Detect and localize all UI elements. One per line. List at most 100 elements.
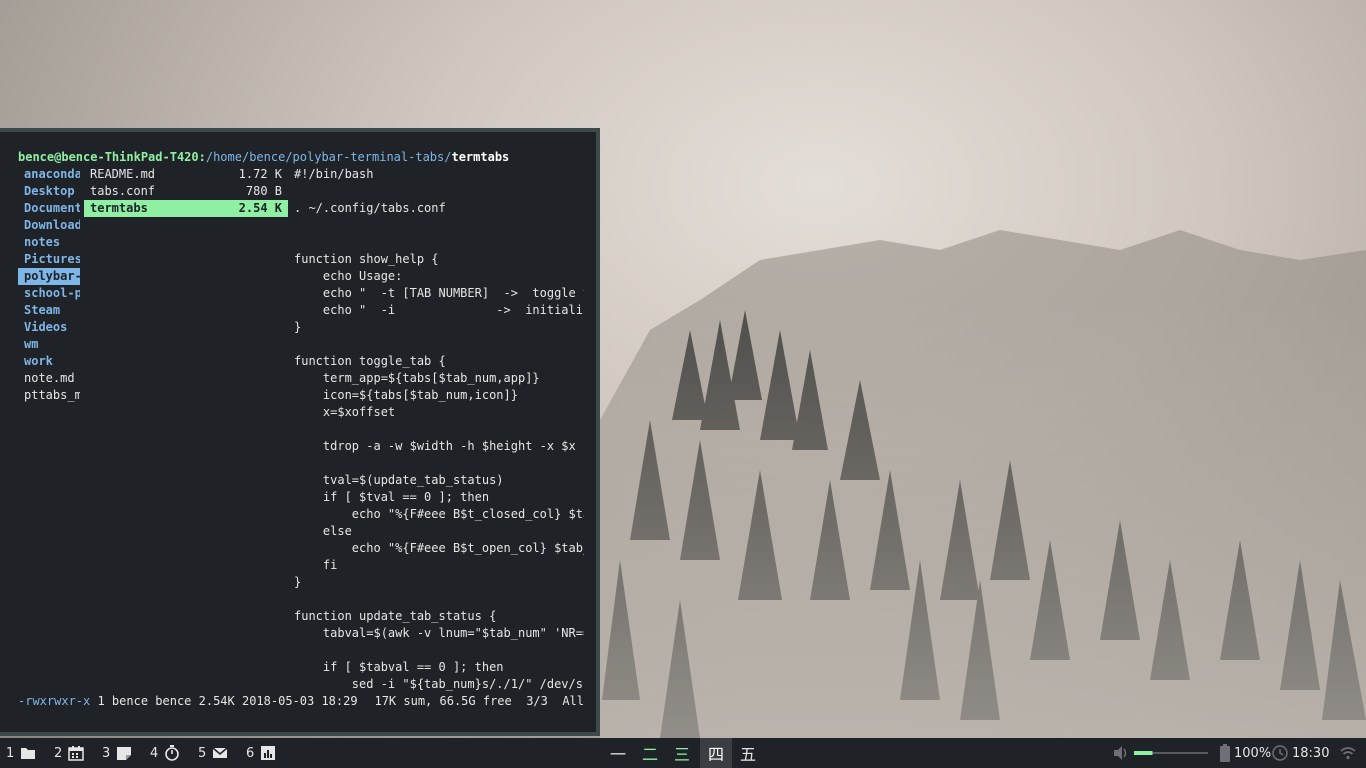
preview-line — [294, 234, 584, 251]
parent-dir-item[interactable]: pttabs_m~ — [18, 387, 80, 404]
battery-percent: 100% — [1234, 745, 1272, 761]
mail-icon — [212, 745, 228, 761]
preview-line: function show_help { — [294, 252, 439, 266]
parent-dir-item[interactable]: anaconda3 — [18, 166, 80, 183]
preview-line: function toggle_tab { — [294, 354, 446, 368]
workspace-number: 2 — [54, 745, 63, 761]
parent-dir-item[interactable]: work — [18, 353, 80, 370]
status-right: 17K sum, 66.5G free 3/3 All — [374, 694, 584, 708]
workspace-number: 4 — [150, 745, 159, 761]
parent-dir-item[interactable]: wm — [18, 336, 80, 353]
preview-line: term_app=${tabs[$tab_num,app]} — [294, 371, 540, 385]
volume-module[interactable] — [1112, 738, 1208, 768]
preview-line — [294, 217, 584, 234]
wifi-icon — [1340, 747, 1356, 760]
preview-line — [294, 591, 584, 608]
tab-2[interactable]: 二 — [634, 738, 666, 768]
preview-line: tabval=$(awk -v lnum="$tab_num" 'NR==lnu… — [322, 626, 584, 640]
preview-line: icon=${tabs[$tab_num,icon]} — [294, 388, 518, 402]
file-size: 1.72 K — [238, 167, 282, 181]
tab-3[interactable]: 三 — [666, 738, 698, 768]
parent-dir-item[interactable]: Desktop — [18, 183, 80, 200]
file-size: 2.54 K — [238, 201, 282, 215]
preview-line: echo " -i -> initialize file — [322, 303, 584, 317]
status-left: -rwxrwxr-x 1 bence bence 2.54K 2018-05-0… — [18, 693, 358, 710]
preview-line — [294, 336, 584, 353]
preview-line — [294, 642, 584, 659]
workspace-number: 3 — [102, 745, 111, 761]
file-list-item[interactable]: tabs.conf 780 B — [84, 183, 288, 200]
preview-line: x=$xoffset — [294, 405, 396, 419]
stopwatch-icon — [164, 745, 180, 761]
file-size: 780 B — [245, 184, 282, 198]
file-preview: #!/bin/bash . ~/.config/tabs.conf function… — [294, 166, 584, 693]
parent-dir-item[interactable]: note.md — [18, 370, 80, 387]
workspace-1[interactable]: 1 — [0, 738, 42, 768]
workspace-6[interactable]: 6 — [240, 738, 282, 768]
volume-slider[interactable] — [1134, 748, 1208, 758]
preview-line: echo "%{F#eee B$t_open_col} $tab_num%{F- — [351, 541, 584, 555]
clock-icon — [1272, 745, 1288, 761]
file-permissions: -rwxrwxr-x — [18, 694, 91, 708]
preview-line: if [ $tval == 0 ]; then — [294, 490, 490, 504]
parent-dir-item[interactable]: Pictures — [18, 251, 80, 268]
workspace-5[interactable]: 5 — [192, 738, 234, 768]
clock-time: 18:30 — [1292, 745, 1330, 761]
battery-module: 100% — [1220, 738, 1271, 768]
parent-dir-item[interactable]: Downloads — [18, 217, 80, 234]
tab-1[interactable]: 一 — [602, 738, 634, 768]
workspace-number: 5 — [198, 745, 207, 761]
parent-dir-item[interactable]: polybar-~ — [18, 268, 80, 285]
preview-line: function update_tab_status { — [294, 609, 497, 623]
preview-line: fi — [294, 558, 338, 572]
preview-line: echo " -t [TAB NUMBER] -> toggle tab def… — [322, 286, 584, 300]
preview-line: . ~/.config/tabs.conf — [294, 201, 446, 215]
workspace-2[interactable]: 2 — [48, 738, 90, 768]
preview-line: tval=$(update_tab_status) — [294, 473, 504, 487]
parent-dir-item[interactable]: notes — [18, 234, 80, 251]
current-directory-list: README.md 1.72 K tabs.conf 780 B termtabs 2.5… — [84, 166, 288, 217]
parent-dir-item[interactable]: Steam — [18, 302, 80, 319]
battery-icon — [1220, 744, 1230, 762]
preview-line: if [ $tabval == 0 ]; then — [294, 660, 504, 674]
parent-dir-item[interactable]: school-p~ — [18, 285, 80, 302]
file-name: README.md — [90, 167, 156, 181]
file-name: tabs.conf — [90, 184, 156, 198]
prompt-user: bence@bence-ThinkPad-T420: — [18, 150, 206, 164]
polybar: 1 2 3 4 5 6 一 二 三 四 五 100% 18:30 — [0, 738, 1366, 768]
parent-dir-item[interactable]: Videos — [18, 319, 80, 336]
prompt-file: termtabs — [451, 150, 510, 164]
wifi-module[interactable] — [1340, 738, 1356, 768]
workspace-number: 6 — [246, 745, 255, 761]
preview-line: #!/bin/bash — [294, 167, 374, 181]
preview-line: } — [294, 320, 302, 334]
terminal-window[interactable]: bence@bence-ThinkPad-T420:/home/bence/po… — [0, 128, 600, 736]
preview-line — [294, 455, 584, 472]
preview-line: echo Usage: — [294, 269, 403, 283]
file-list-item[interactable]: README.md 1.72 K — [84, 166, 288, 183]
preview-line: } — [294, 575, 302, 589]
prompt-line: bence@bence-ThinkPad-T420:/home/bence/po… — [18, 149, 509, 166]
tab-4[interactable]: 四 — [700, 738, 732, 768]
preview-line: else — [294, 524, 352, 538]
preview-line — [294, 421, 584, 438]
parent-directory-list: anaconda3DesktopDocumentsDownloadsnotesP… — [18, 166, 80, 404]
preview-line: sed -i "${tab_num}s/./1/" /dev/shm/polyb — [351, 677, 584, 691]
calendar-icon — [68, 745, 85, 761]
workspace-4[interactable]: 4 — [144, 738, 186, 768]
workspace-number: 1 — [6, 745, 15, 761]
prompt-path: /home/bence/polybar-terminal-tabs/ — [205, 150, 452, 164]
folder-icon — [20, 745, 36, 761]
chart-icon — [260, 745, 276, 761]
preview-line — [294, 183, 584, 200]
file-name: termtabs — [90, 201, 148, 215]
workspace-3[interactable]: 3 — [96, 738, 138, 768]
volume-icon — [1114, 746, 1127, 760]
clock-module[interactable]: 18:30 — [1272, 738, 1329, 768]
preview-line: echo "%{F#eee B$t_closed_col} $tab_num%{ — [351, 507, 584, 521]
parent-dir-item[interactable]: Documents — [18, 200, 80, 217]
preview-line: tdrop -a -w $width -h $height -x $x -y $… — [322, 439, 584, 453]
tab-5[interactable]: 五 — [732, 738, 764, 768]
file-list-item[interactable]: termtabs 2.54 K — [84, 200, 288, 217]
file-info: 1 bence bence 2.54K 2018-05-03 18:29 — [90, 694, 358, 708]
